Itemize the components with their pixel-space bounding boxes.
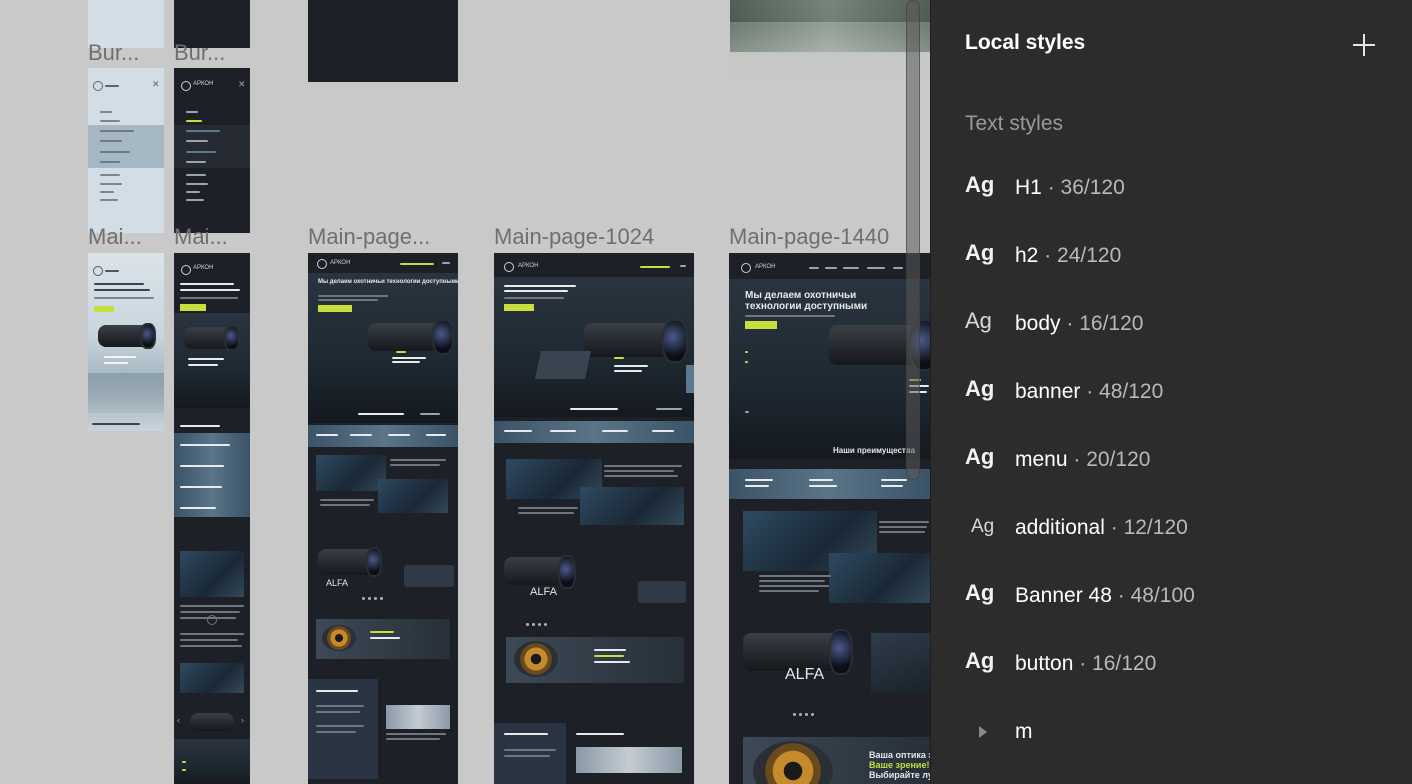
frame-label-main-page-1024[interactable]: Main-page-1024 xyxy=(494,224,694,250)
frame-main-page-1024[interactable]: АРКОН ALFA xyxy=(494,253,694,784)
text-style-preview-icon: Ag xyxy=(965,172,995,197)
style-meta: · 48/120 xyxy=(1080,380,1164,403)
hero-heading-1440: Мы делаем охотничьи технологии доступным… xyxy=(745,290,868,312)
style-row-banner-48[interactable]: Ag Banner 48 · 48/100 xyxy=(931,572,1412,624)
style-group-name: m xyxy=(1015,720,1033,743)
optics-line3: Выбирайте лучшее xyxy=(869,770,930,780)
style-meta: · 16/120 xyxy=(1073,652,1157,675)
style-row-h1[interactable]: Ag H1 · 36/120 xyxy=(931,164,1412,216)
advantages-title: Наши преимущества xyxy=(833,446,916,455)
frame-main-mobile-light[interactable] xyxy=(88,253,164,431)
text-style-preview-icon: Ag xyxy=(965,444,995,469)
style-row-menu[interactable]: Ag menu · 20/120 xyxy=(931,436,1412,488)
style-name: Banner 48 xyxy=(1015,584,1112,607)
text-style-preview-icon: Ag xyxy=(971,516,995,537)
style-row-additional[interactable]: Ag additional · 12/120 xyxy=(931,504,1412,556)
frame-label-main-page-1440[interactable]: Main-page-1440 xyxy=(729,224,929,250)
add-style-button[interactable] xyxy=(1349,30,1379,60)
alfa-label-1024: ALFA xyxy=(530,586,557,598)
text-style-preview-icon: Ag xyxy=(965,648,995,673)
style-group-m[interactable]: m xyxy=(931,708,1412,760)
frame-main-mobile-dark[interactable]: АРКОН ‹ › xyxy=(174,253,250,784)
design-canvas[interactable]: Bur... Bur... ✕ АРКОН ✕ Mai... Mai... Ma… xyxy=(0,0,930,784)
local-styles-panel: Local styles Text styles Ag H1 · 36/120 … xyxy=(930,0,1412,784)
text-styles-title: Text styles xyxy=(965,112,1064,135)
style-row-h2[interactable]: Ag h2 · 24/120 xyxy=(931,232,1412,284)
frame-label-main-page[interactable]: Main-page... xyxy=(308,224,458,250)
style-meta: · 36/120 xyxy=(1041,176,1125,199)
style-meta: · 12/120 xyxy=(1104,516,1188,539)
frame-burger-dark[interactable]: АРКОН ✕ xyxy=(174,68,250,233)
style-name: button xyxy=(1015,652,1074,675)
style-name: H1 xyxy=(1015,176,1042,199)
style-name: additional xyxy=(1015,516,1105,539)
style-meta: · 16/120 xyxy=(1060,312,1144,335)
style-name: menu xyxy=(1015,448,1068,471)
style-name: h2 xyxy=(1015,244,1039,267)
frame-label-burger-light[interactable]: Bur... xyxy=(88,40,164,66)
canvas-scrollbar[interactable] xyxy=(906,0,920,480)
alfa-label-tablet: ALFA xyxy=(326,578,349,588)
frame-label-main-light[interactable]: Mai... xyxy=(88,224,164,250)
style-meta: · 48/100 xyxy=(1111,584,1195,607)
frame-main-page[interactable]: АРКОН Мы делаем охотничьи технологии дос… xyxy=(308,253,458,784)
style-name: body xyxy=(1015,312,1061,335)
frame-label-burger-dark[interactable]: Bur... xyxy=(174,40,250,66)
alfa-label-1440: ALFA xyxy=(785,666,825,683)
frame-main-page-1440[interactable]: АРКОН Мы делаем охотничьи технологии дос… xyxy=(729,253,930,784)
style-meta: · 24/120 xyxy=(1038,244,1122,267)
style-row-banner[interactable]: Ag banner · 48/120 xyxy=(931,368,1412,420)
text-style-preview-icon: Ag xyxy=(965,580,995,605)
frame-top-wide[interactable] xyxy=(308,0,458,82)
panel-title: Local styles xyxy=(965,31,1086,54)
text-style-preview-icon: Ag xyxy=(965,308,992,333)
frame-top-photo[interactable] xyxy=(730,0,930,90)
frame-label-main-dark[interactable]: Mai... xyxy=(174,224,250,250)
hero-heading: Мы делаем охотничьи технологии доступным… xyxy=(318,279,458,285)
text-style-preview-icon: Ag xyxy=(965,240,995,265)
style-row-body[interactable]: Ag body · 16/120 xyxy=(931,300,1412,352)
brand-text: АРКОН xyxy=(193,81,214,87)
frame-burger-light[interactable]: ✕ xyxy=(88,68,164,233)
caret-right-icon[interactable] xyxy=(979,726,987,738)
style-meta: · 20/120 xyxy=(1067,448,1151,471)
style-name: banner xyxy=(1015,380,1081,403)
style-row-button[interactable]: Ag button · 16/120 xyxy=(931,640,1412,692)
text-style-preview-icon: Ag xyxy=(965,376,995,401)
